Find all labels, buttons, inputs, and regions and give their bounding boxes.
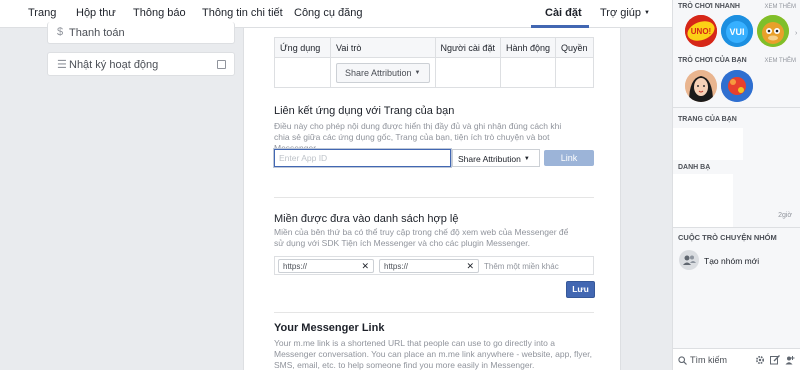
table-header-row: Ứng dụng Vai trò Người cài đặt Hành động…	[274, 37, 594, 58]
quick-games-title: TRÒ CHƠI NHANH	[678, 3, 740, 10]
messenger-link-description: Your m.me link is a shortened URL that p…	[274, 338, 592, 370]
tab-tro-giup-label: Trợ giúp	[600, 7, 642, 19]
vui-logo: VUI	[721, 15, 753, 47]
search-icon	[678, 356, 687, 365]
contacts-title: DANH BẠ	[678, 164, 711, 171]
sidebar-item-label: Thanh toán	[69, 27, 125, 39]
caret-down-icon: ▼	[523, 156, 530, 162]
close-icon[interactable]: ✕	[361, 261, 369, 272]
whitelist-title: Miền được đưa vào danh sách hợp lệ	[274, 213, 459, 225]
contact-list-blurred	[673, 174, 733, 228]
messenger-link-title: Your Messenger Link	[274, 322, 385, 334]
role-select-button[interactable]: Share Attribution ▼	[336, 62, 430, 83]
girl-game-art	[685, 70, 717, 102]
section-separator	[673, 107, 800, 108]
caret-down-icon: ▼	[414, 69, 421, 76]
chevron-right-icon[interactable]: ›	[795, 30, 800, 37]
your-pages-title: TRANG CỦA BẠN	[678, 116, 737, 123]
gear-icon[interactable]	[755, 355, 765, 365]
column-header: Hành động	[499, 37, 557, 58]
candy-game-icon[interactable]	[721, 70, 753, 102]
sidebar-item-thanh-toan[interactable]: $ Thanh toán	[47, 22, 235, 44]
column-header: Vai trò	[330, 37, 436, 58]
chat-search-placeholder: Tìm kiếm	[690, 355, 727, 365]
domain-chip-text: https://	[384, 262, 409, 271]
monkey-game-icon[interactable]	[757, 15, 789, 47]
table-cell	[499, 57, 557, 88]
dollar-icon: $	[57, 26, 64, 38]
whitelist-description: Miền của bên thứ ba có thể truy cập tron…	[274, 227, 569, 248]
new-group-icon[interactable]	[785, 355, 795, 365]
apps-table: Ứng dụng Vai trò Người cài đặt Hành động…	[274, 37, 594, 88]
link-button[interactable]: Link	[544, 150, 594, 166]
create-group-link[interactable]: Tạo nhóm mới	[704, 256, 759, 266]
link-apps-title: Liên kết ứng dụng với Trang của bạn	[274, 105, 455, 117]
app-id-input[interactable]	[274, 149, 451, 167]
table-cell	[434, 57, 501, 88]
section-divider	[274, 197, 594, 198]
chat-search-bar[interactable]: Tìm kiếm	[673, 348, 800, 370]
section-divider	[274, 312, 594, 313]
section-separator	[673, 227, 800, 228]
candy-game-art	[721, 70, 753, 102]
table-cell	[274, 57, 331, 88]
group-chat-title: CUỘC TRÒ CHUYỆN NHÓM	[678, 233, 777, 242]
link-role-select[interactable]: Share Attribution ▼	[452, 149, 540, 167]
tab-cong-cu-dang[interactable]: Công cụ đăng	[294, 0, 363, 28]
contact-time: 2giờ	[778, 212, 792, 219]
tab-cai-dat[interactable]: Cài đặt	[545, 0, 582, 28]
group-icon	[679, 250, 699, 270]
column-header: Người cài đặt	[434, 37, 501, 58]
page-list-blurred	[673, 128, 743, 160]
table-cell: Share Attribution ▼	[330, 57, 436, 88]
link-role-label: Share Attribution	[458, 154, 521, 164]
girl-game-icon[interactable]	[685, 70, 717, 102]
caret-down-icon: ▼	[644, 10, 650, 16]
vui-label: VUI	[729, 27, 744, 37]
sidebar-item-nhat-ky[interactable]: ☰ Nhật ký hoạt động	[47, 52, 235, 76]
sidebar-item-label: Nhật ký hoạt động	[69, 59, 159, 71]
domain-chip: https:// ✕	[379, 259, 479, 273]
domain-chip-text: https://	[283, 262, 308, 271]
domain-chip: https:// ✕	[278, 259, 374, 273]
uno-label: UNO!	[691, 27, 711, 36]
domains-input[interactable]: https:// ✕ https:// ✕ Thêm một miền khác	[274, 256, 594, 275]
column-header: Quyền	[555, 37, 594, 58]
save-button[interactable]: Lưu	[566, 281, 595, 298]
add-domain-placeholder[interactable]: Thêm một miền khác	[484, 262, 559, 271]
uno-game-icon[interactable]: UNO!	[685, 15, 717, 47]
tab-tro-giup[interactable]: Trợ giúp ▼	[600, 0, 650, 28]
people-icon	[683, 255, 696, 265]
column-header: Ứng dụng	[274, 37, 331, 58]
chat-sidebar: TRÒ CHƠI NHANH XEM THÊM UNO! VUI › TRÒ C…	[672, 0, 800, 370]
uno-logo: UNO!	[685, 15, 717, 47]
compose-icon[interactable]	[770, 355, 780, 365]
see-more-link[interactable]: XEM THÊM	[764, 4, 796, 10]
table-row: Share Attribution ▼	[274, 57, 594, 88]
settings-main-panel: Ứng dụng Vai trò Người cài đặt Hành động…	[243, 28, 621, 370]
close-icon[interactable]: ✕	[466, 261, 474, 272]
monkey-logo	[757, 15, 789, 47]
see-more-link[interactable]: XEM THÊM	[764, 58, 796, 64]
your-games-title: TRÒ CHƠI CỦA BẠN	[678, 57, 747, 64]
table-cell	[555, 57, 594, 88]
vui-game-icon[interactable]: VUI	[721, 15, 753, 47]
list-icon: ☰	[57, 59, 67, 71]
export-icon	[217, 60, 226, 69]
role-select-label: Share Attribution	[345, 67, 412, 78]
